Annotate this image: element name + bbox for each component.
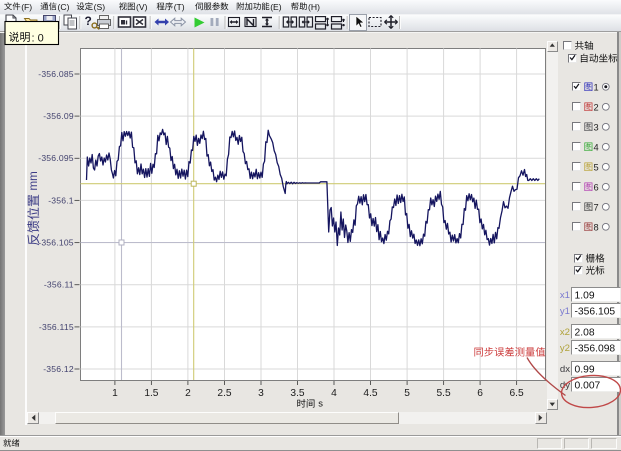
svg-text:-356.098: -356.098 [575, 343, 616, 354]
svg-text:4: 4 [594, 143, 599, 153]
svg-text:1.09: 1.09 [575, 290, 595, 301]
svg-text:7: 7 [594, 203, 599, 213]
svg-text:3.5: 3.5 [290, 388, 304, 399]
svg-text:(E): (E) [270, 2, 282, 12]
svg-text:-356.105: -356.105 [575, 306, 616, 317]
svg-text:: 0: : 0 [32, 33, 44, 45]
svg-text:2.5: 2.5 [217, 388, 231, 399]
svg-text:1: 1 [594, 83, 599, 93]
svg-text:x2: x2 [560, 327, 570, 338]
svg-text:2: 2 [594, 103, 599, 113]
svg-text:1: 1 [112, 388, 118, 399]
svg-text:(F): (F) [21, 2, 32, 12]
svg-text:-356.12: -356.12 [43, 364, 74, 374]
svg-text:0.99: 0.99 [575, 364, 595, 375]
svg-text:1.5: 1.5 [144, 388, 158, 399]
svg-text:8: 8 [594, 223, 599, 233]
svg-text:6: 6 [594, 183, 599, 193]
svg-text:?: ? [85, 14, 92, 28]
svg-text:-356.11: -356.11 [44, 280, 74, 290]
svg-text:3: 3 [258, 388, 264, 399]
svg-text:s: s [318, 398, 323, 409]
svg-text:5.5: 5.5 [437, 388, 451, 399]
svg-text:(V): (V) [136, 2, 148, 12]
svg-text:4: 4 [331, 388, 337, 399]
svg-text:(C): (C) [58, 2, 70, 12]
svg-text:-356.09: -356.09 [43, 111, 74, 121]
svg-text:2.08: 2.08 [575, 327, 595, 338]
svg-text:-356.115: -356.115 [39, 322, 74, 332]
svg-text:y1: y1 [560, 306, 570, 317]
svg-text:0.007: 0.007 [575, 380, 601, 391]
svg-text:(T): (T) [174, 2, 185, 12]
svg-text:(H): (H) [308, 2, 320, 12]
svg-text:-356.095: -356.095 [38, 153, 74, 163]
svg-text:4.5: 4.5 [363, 388, 377, 399]
svg-text:5: 5 [404, 388, 410, 399]
svg-text:-356.085: -356.085 [38, 69, 74, 79]
svg-text:dx: dx [560, 364, 570, 375]
svg-text:y2: y2 [560, 343, 570, 354]
svg-text:x1: x1 [560, 290, 570, 301]
svg-text:-356.1: -356.1 [48, 195, 74, 205]
svg-text:5: 5 [594, 163, 599, 173]
svg-text:3: 3 [594, 123, 599, 133]
svg-text:-356.105: -356.105 [38, 238, 74, 248]
svg-text:6.5: 6.5 [510, 388, 524, 399]
svg-text:6: 6 [477, 388, 483, 399]
svg-text:2: 2 [185, 388, 191, 399]
svg-text:(S): (S) [94, 2, 106, 12]
svg-text:mm: mm [28, 171, 40, 190]
